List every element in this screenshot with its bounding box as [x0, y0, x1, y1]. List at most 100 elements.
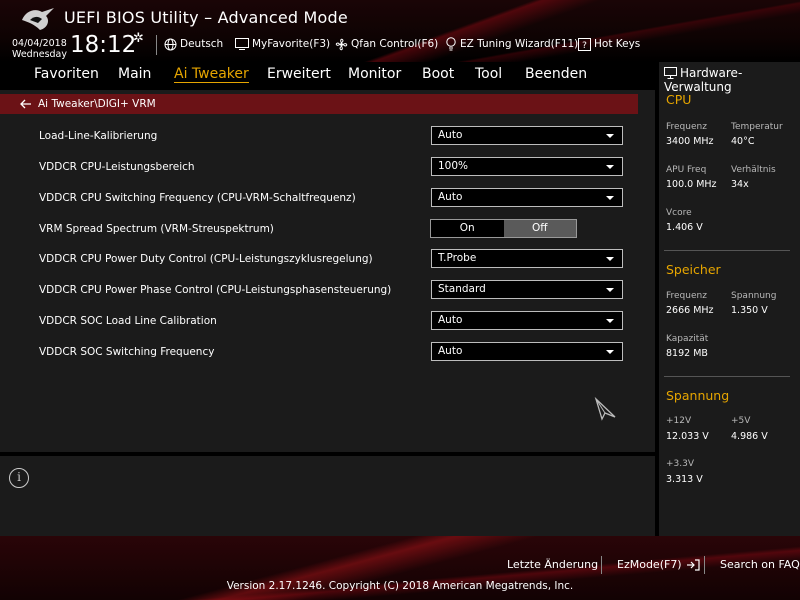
gear-icon[interactable]: ✲	[133, 31, 144, 46]
soc-freq-select[interactable]: Auto	[431, 342, 623, 361]
hw-33v-value: 3.313 V	[666, 474, 703, 485]
setting-row-phase-control: VDDCR CPU Power Phase Control (CPU-Leist…	[0, 280, 640, 304]
toggle-on-option[interactable]: On	[431, 220, 504, 237]
tab-ai-tweaker[interactable]: Ai Tweaker	[174, 66, 249, 83]
dropdown-caret-icon	[606, 196, 614, 200]
date-display: 04/04/2018 Wednesday	[12, 38, 67, 60]
dropdown-caret-icon	[606, 319, 614, 323]
setting-row-power-range: VDDCR CPU-Leistungsbereich 100%	[0, 157, 640, 181]
search-faq-label: Search on FAQ	[720, 558, 800, 571]
hw-apu-label: APU Freq	[666, 165, 707, 175]
setting-row-soc-llc: VDDCR SOC Load Line Calibration Auto	[0, 311, 640, 335]
footer-divider	[601, 556, 602, 574]
setting-row-switching-freq: VDDCR CPU Switching Frequency (CPU-VRM-S…	[0, 188, 640, 212]
power-range-select[interactable]: 100%	[431, 157, 623, 176]
setting-label: VRM Spread Spectrum (VRM-Streuspektrum)	[39, 223, 274, 235]
fan-icon	[335, 38, 348, 50]
search-faq-button[interactable]: Search on FAQ	[720, 558, 800, 571]
breadcrumb-path: Ai Tweaker\DIGI+ VRM	[38, 98, 156, 110]
hotkeys-label: Hot Keys	[594, 38, 641, 50]
tab-boot[interactable]: Boot	[422, 66, 454, 82]
date-value: 04/04/2018	[12, 38, 67, 49]
select-value: 100%	[438, 160, 469, 172]
last-change-button[interactable]: Letzte Änderung	[507, 558, 598, 571]
spread-spectrum-toggle[interactable]: On Off	[430, 219, 577, 238]
language-button[interactable]: Deutsch	[164, 36, 223, 52]
app-title: UEFI BIOS Utility – Advanced Mode	[64, 8, 348, 27]
hw-cpu-heading: CPU	[666, 92, 692, 107]
setting-label: VDDCR SOC Load Line Calibration	[39, 315, 217, 327]
ez-tuning-label: EZ Tuning Wizard(F11)	[460, 38, 579, 50]
setting-label: VDDCR CPU Power Phase Control (CPU-Leist…	[39, 284, 392, 296]
info-icon: i	[9, 468, 29, 488]
hw-apu-value: 100.0 MHz	[666, 179, 717, 190]
select-value: Standard	[438, 283, 486, 295]
tab-erweitert[interactable]: Erweitert	[267, 66, 331, 82]
dropdown-caret-icon	[606, 288, 614, 292]
dropdown-caret-icon	[606, 165, 614, 169]
hardware-monitor-panel: Hardware-Verwaltung CPU Frequenz Tempera…	[659, 62, 800, 536]
hw-cpu-freq-label: Frequenz	[666, 122, 707, 132]
select-value: Auto	[438, 345, 463, 357]
setting-label: VDDCR CPU Power Duty Control (CPU-Leistu…	[39, 253, 373, 265]
tab-monitor[interactable]: Monitor	[348, 66, 401, 82]
setting-row-soc-freq: VDDCR SOC Switching Frequency Auto	[0, 342, 640, 366]
hw-33v-label: +3.3V	[666, 459, 695, 469]
header-bar: UEFI BIOS Utility – Advanced Mode 04/04/…	[0, 0, 800, 62]
hw-vcore-value: 1.406 V	[666, 222, 703, 233]
weekday-value: Wednesday	[12, 49, 68, 60]
hw-mem-freq-label: Frequenz	[666, 291, 707, 301]
hotkeys-button[interactable]: ? Hot Keys	[578, 36, 640, 52]
myfavorite-label: MyFavorite(F3)	[252, 38, 331, 50]
header-divider	[156, 35, 157, 55]
rog-logo-icon	[22, 8, 54, 30]
hardware-monitor-title: Hardware-Verwaltung	[664, 66, 800, 94]
toggle-off-option[interactable]: Off	[503, 220, 576, 237]
qfan-button[interactable]: Qfan Control(F6)	[335, 36, 438, 52]
ezmode-button[interactable]: EzMode(F7)	[617, 558, 700, 571]
hw-divider	[664, 250, 790, 251]
myfavorite-button[interactable]: MyFavorite(F3)	[235, 36, 330, 52]
select-value: Auto	[438, 129, 463, 141]
llc-select[interactable]: Auto	[431, 126, 623, 145]
hw-mem-freq-value: 2666 MHz	[666, 305, 714, 316]
hw-12v-value: 12.033 V	[666, 431, 709, 442]
main-menu: Favoriten Main Ai Tweaker Erweitert Moni…	[0, 62, 655, 90]
switching-freq-select[interactable]: Auto	[431, 188, 623, 207]
hw-vcore-label: Vcore	[666, 208, 692, 218]
hw-memory-heading: Speicher	[666, 262, 721, 277]
exit-arrow-icon	[686, 558, 700, 571]
hw-cpu-temp-value: 40°C	[731, 136, 755, 147]
hw-5v-value: 4.986 V	[731, 431, 768, 442]
tab-favoriten[interactable]: Favoriten	[34, 66, 99, 82]
select-value: T.Probe	[438, 252, 477, 264]
tab-beenden[interactable]: Beenden	[525, 66, 587, 82]
tab-main[interactable]: Main	[118, 66, 151, 82]
hw-mem-cap-value: 8192 MB	[666, 348, 708, 359]
qfan-label: Qfan Control(F6)	[351, 38, 439, 50]
hw-divider	[664, 376, 790, 377]
duty-control-select[interactable]: T.Probe	[431, 249, 623, 268]
hw-ratio-label: Verhältnis	[731, 165, 776, 175]
setting-label: Load-Line-Kalibrierung	[39, 130, 158, 142]
footer-bar: Letzte Änderung EzMode(F7) Search on FAQ…	[0, 536, 800, 600]
mouse-cursor-icon	[594, 397, 616, 421]
hw-voltage-heading: Spannung	[666, 388, 730, 403]
setting-row-spread-spectrum: VRM Spread Spectrum (VRM-Streuspektrum) …	[0, 219, 640, 243]
ez-tuning-button[interactable]: EZ Tuning Wizard(F11)	[445, 36, 578, 52]
phase-control-select[interactable]: Standard	[431, 280, 623, 299]
globe-icon	[164, 38, 177, 50]
language-label: Deutsch	[180, 38, 224, 50]
ezmode-label: EzMode(F7)	[617, 558, 682, 571]
back-arrow-icon[interactable]	[20, 99, 32, 109]
tab-tool[interactable]: Tool	[475, 66, 502, 82]
hw-mem-volt-value: 1.350 V	[731, 305, 768, 316]
hw-cpu-temp-label: Temperatur	[731, 122, 783, 132]
hw-12v-label: +12V	[666, 416, 692, 426]
setting-label: VDDCR CPU Switching Frequency (CPU-VRM-S…	[39, 192, 356, 204]
breadcrumb[interactable]: Ai Tweaker\DIGI+ VRM	[0, 94, 638, 114]
help-box-icon: ?	[578, 37, 591, 51]
lightbulb-icon	[446, 37, 456, 51]
soc-llc-select[interactable]: Auto	[431, 311, 623, 330]
hw-cpu-freq-value: 3400 MHz	[666, 136, 714, 147]
